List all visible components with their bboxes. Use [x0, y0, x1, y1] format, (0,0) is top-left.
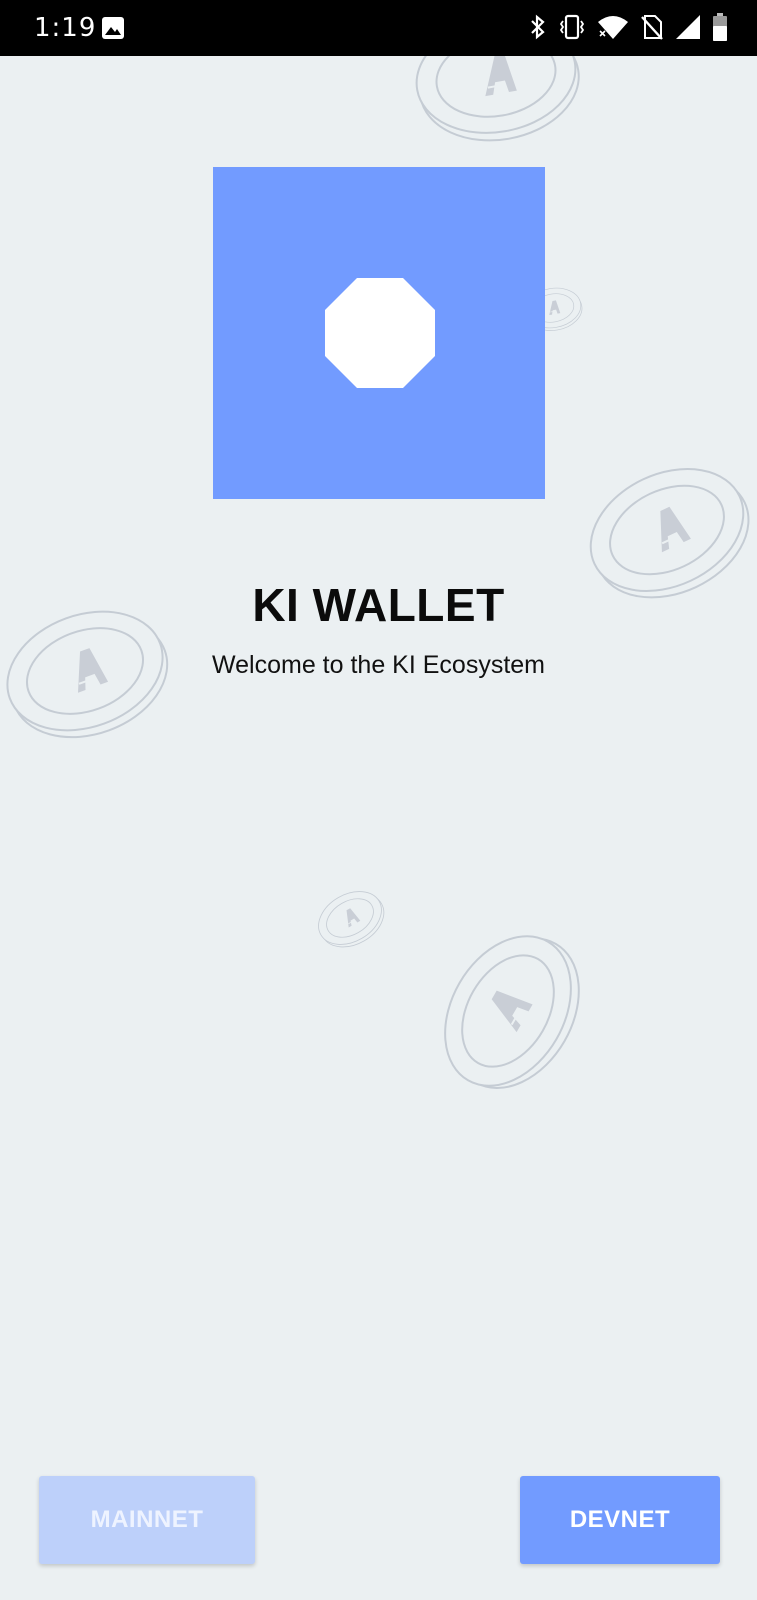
no-sim-icon [641, 14, 663, 45]
bluetooth-icon [529, 14, 547, 45]
app-subtitle: Welcome to the KI Ecosystem [212, 651, 545, 679]
app-title: KI WALLET [252, 579, 505, 631]
vibrate-icon [559, 14, 585, 45]
signal-icon [675, 14, 701, 45]
battery-icon [713, 12, 727, 46]
status-icons [529, 12, 727, 46]
image-icon [102, 17, 124, 44]
coin-graphic [406, 56, 589, 154]
coin-graphic [308, 879, 394, 959]
wifi-icon [597, 14, 629, 45]
app-logo [213, 167, 545, 499]
mainnet-button[interactable]: MAINNET [39, 1476, 255, 1564]
coin-graphic [418, 910, 606, 1114]
status-bar: 1:19 [0, 0, 757, 56]
octagon-logo-icon [325, 278, 435, 388]
devnet-button[interactable]: DEVNET [520, 1476, 720, 1564]
status-time: 1:19 [34, 13, 97, 43]
